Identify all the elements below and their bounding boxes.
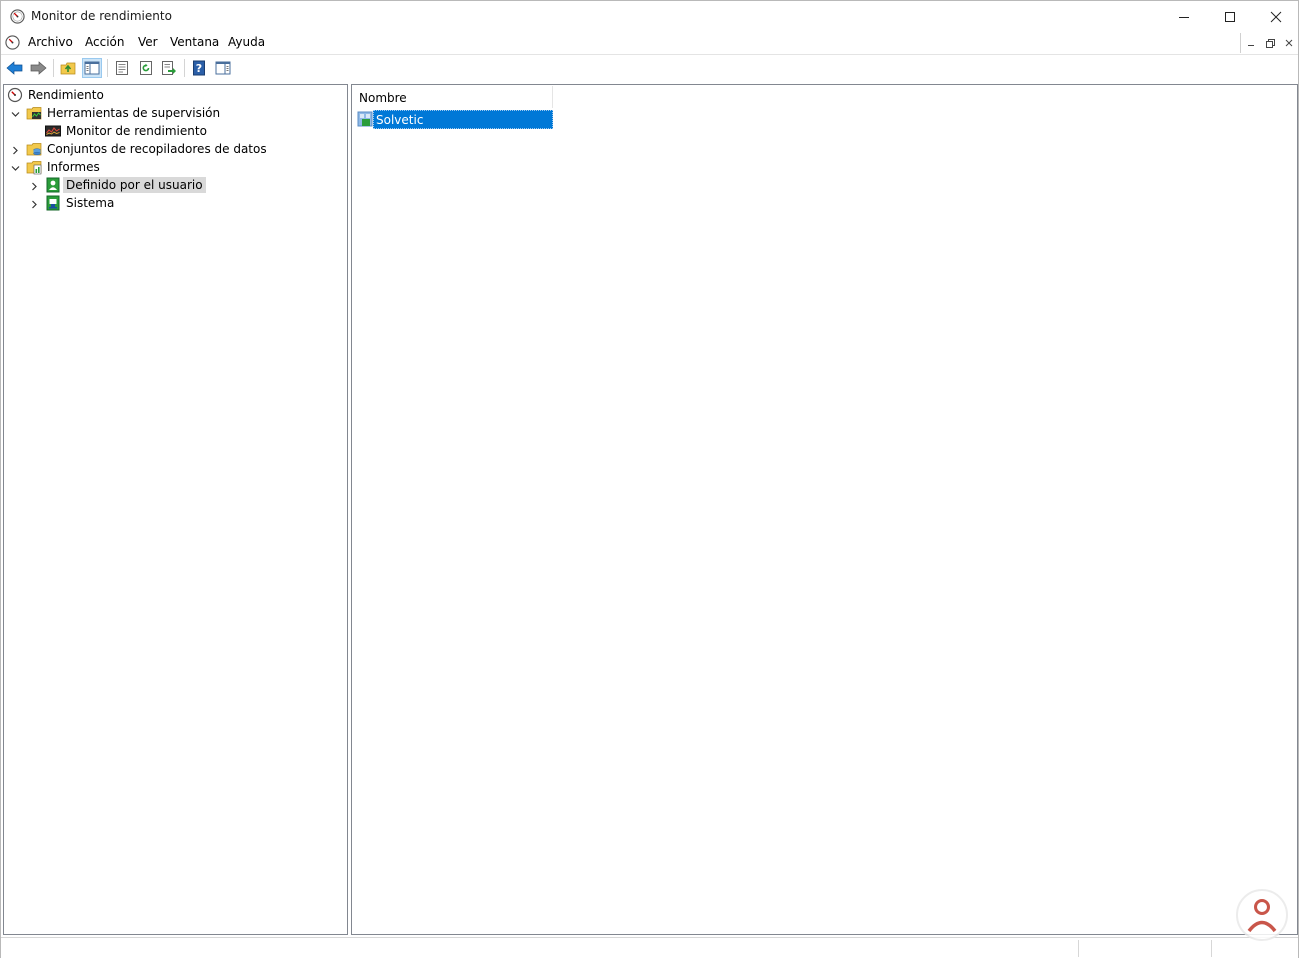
export-list-icon — [162, 61, 176, 75]
report-item-icon — [357, 111, 373, 127]
system-report-icon — [46, 195, 60, 211]
menu-bar: Archivo Acción Ver Ventana Ayuda — [1, 32, 1298, 54]
show-hide-tree-icon — [84, 61, 100, 75]
tree-label: Monitor de rendimiento — [66, 124, 207, 138]
chevron-right-icon — [31, 200, 37, 208]
show-hide-action-pane-icon — [215, 61, 231, 75]
minimize-button[interactable] — [1161, 1, 1207, 32]
toolbar-separator — [107, 59, 108, 77]
maximize-button[interactable] — [1207, 1, 1253, 32]
tree-label: Sistema — [66, 196, 115, 210]
reports-folder-icon — [26, 161, 42, 175]
tree-expander[interactable] — [29, 181, 39, 191]
close-button[interactable] — [1253, 1, 1299, 32]
performance-monitor-app-icon — [10, 9, 25, 24]
performance-monitor-chart-icon — [45, 125, 61, 137]
mdi-controls — [1240, 33, 1298, 53]
chevron-right-icon — [12, 146, 18, 154]
console-tree-pane[interactable]: Rendimiento Herramientas de supervisión … — [3, 84, 348, 935]
main-window: Monitor de rendimiento Archivo Acción Ve… — [0, 0, 1299, 958]
status-bar-divider — [1211, 940, 1212, 957]
mdi-restore-button[interactable] — [1262, 36, 1278, 50]
tree-node-rendimiento[interactable]: Rendimiento — [7, 87, 207, 104]
mdi-close-button[interactable] — [1281, 36, 1297, 50]
minimize-icon — [1248, 45, 1254, 46]
minimize-icon — [1179, 16, 1189, 18]
export-list-button[interactable] — [159, 58, 179, 78]
refresh-icon — [140, 61, 152, 75]
document-system-menu-icon[interactable] — [5, 35, 20, 50]
help-button[interactable]: ? — [189, 58, 209, 78]
restore-icon — [1265, 38, 1275, 48]
refresh-button[interactable] — [136, 58, 156, 78]
tree-expander[interactable] — [10, 163, 20, 173]
tree-label: Herramientas de supervisión — [47, 106, 221, 120]
tree-node-conjuntos-recopiladores[interactable]: Conjuntos de recopiladores de datos — [7, 141, 267, 158]
back-arrow-icon — [6, 61, 23, 75]
close-icon — [1270, 11, 1282, 22]
column-header-nombre[interactable]: Nombre — [353, 86, 553, 108]
menu-ver[interactable]: Ver — [138, 35, 158, 49]
watermark-logo — [1236, 889, 1288, 941]
tree-node-herramientas[interactable]: Herramientas de supervisión — [7, 105, 227, 122]
tree-label: Definido por el usuario — [63, 177, 206, 193]
window-title: Monitor de rendimiento — [31, 9, 172, 23]
status-bar — [1, 937, 1298, 958]
help-icon: ? — [193, 60, 205, 76]
results-list-pane[interactable]: Nombre Solvetic — [351, 84, 1298, 935]
maximize-icon — [1225, 11, 1235, 22]
forward-button[interactable] — [28, 58, 48, 78]
tree-expander[interactable] — [29, 199, 39, 209]
menu-archivo[interactable]: Archivo — [28, 35, 73, 49]
list-item-label: Solvetic — [373, 110, 553, 129]
chevron-down-icon — [11, 111, 19, 117]
tree-node-monitor-rendimiento[interactable]: Monitor de rendimiento — [7, 123, 227, 140]
tree-node-sistema[interactable]: Sistema — [7, 195, 207, 212]
toolbar-separator — [53, 59, 54, 77]
status-bar-divider — [1078, 940, 1079, 957]
forward-arrow-icon — [30, 61, 47, 75]
menu-ayuda[interactable]: Ayuda — [228, 35, 265, 49]
tree-node-definido-usuario[interactable]: Definido por el usuario — [7, 177, 207, 194]
performance-gauge-icon — [7, 87, 23, 103]
up-folder-icon — [60, 62, 76, 75]
properties-icon — [116, 61, 128, 75]
data-collector-sets-folder-icon — [26, 143, 42, 156]
tree-label: Informes — [47, 160, 100, 174]
tree-expander[interactable] — [10, 145, 20, 155]
show-hide-console-tree-button[interactable] — [82, 58, 102, 78]
tree-node-informes[interactable]: Informes — [7, 159, 207, 176]
chevron-down-icon — [11, 165, 19, 171]
monitoring-tools-folder-icon — [26, 107, 42, 120]
properties-button[interactable] — [112, 58, 132, 78]
tree-label: Rendimiento — [28, 88, 104, 102]
tree-label: Conjuntos de recopiladores de datos — [47, 142, 267, 156]
column-header-label: Nombre — [359, 91, 407, 105]
tree-expander[interactable] — [10, 109, 20, 119]
close-icon — [1285, 39, 1293, 47]
show-hide-action-pane-button[interactable] — [213, 58, 233, 78]
menu-ventana[interactable]: Ventana — [170, 35, 219, 49]
mdi-minimize-button[interactable] — [1243, 36, 1259, 50]
back-button[interactable] — [5, 58, 25, 78]
toolbar-separator — [184, 59, 185, 77]
user-defined-report-icon — [46, 177, 60, 193]
list-item[interactable]: Solvetic — [357, 110, 553, 129]
up-one-level-button[interactable] — [58, 58, 78, 78]
toolbar: ? — [1, 54, 1298, 80]
svg-text:?: ? — [196, 62, 202, 75]
menu-accion[interactable]: Acción — [85, 35, 124, 49]
chevron-right-icon — [31, 182, 37, 190]
title-bar[interactable]: Monitor de rendimiento — [1, 1, 1298, 32]
